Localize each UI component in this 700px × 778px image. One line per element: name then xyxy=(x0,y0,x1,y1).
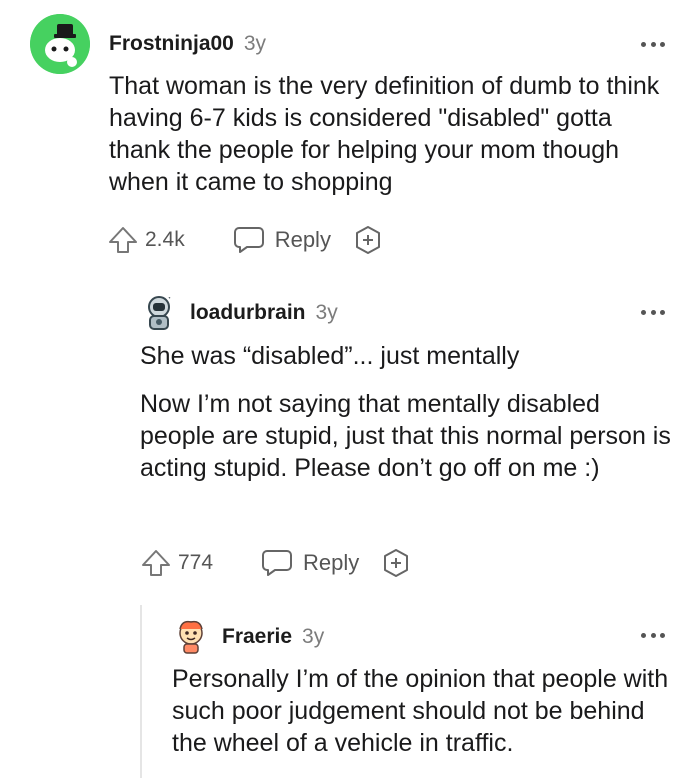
comment-paragraph: Personally I’m of the opinion that peopl… xyxy=(172,665,669,757)
award-button[interactable] xyxy=(381,548,411,578)
upvote-button[interactable]: 774 xyxy=(140,548,213,578)
comment-age: 3y xyxy=(243,32,267,55)
comment-paragraph: Now I’m not saying that mentally disable… xyxy=(140,390,671,482)
award-button[interactable] xyxy=(353,225,383,255)
comment-actions: 774 Reply xyxy=(140,545,411,581)
comment-age: 3y xyxy=(315,301,338,324)
astronaut-avatar-icon xyxy=(148,294,174,330)
comment-loadurbrain: loadurbrain 3y She was “disabled”... jus… xyxy=(0,280,700,600)
reply-button[interactable]: Reply xyxy=(261,549,359,577)
comment-paragraph: That woman is the very definition of dum… xyxy=(109,72,660,196)
username[interactable]: Frostninja00 xyxy=(109,32,234,56)
avatar[interactable] xyxy=(30,14,90,74)
comment-body: Personally I’m of the opinion that peopl… xyxy=(172,663,682,759)
reply-bubble-icon xyxy=(262,550,293,576)
more-options-icon[interactable] xyxy=(641,631,665,639)
comment-fraerie: Fraerie 3y Personally I’m of the opinion… xyxy=(0,600,700,778)
snoo-avatar-icon xyxy=(30,14,90,74)
upvote-button[interactable]: 2.4k xyxy=(107,225,185,255)
vote-count: 774 xyxy=(178,551,214,574)
vote-count: 2.4k xyxy=(145,228,185,251)
comment-paragraph: She was “disabled”... just mentally xyxy=(140,342,520,370)
upvote-arrow-icon xyxy=(142,550,170,576)
more-options-icon[interactable] xyxy=(641,40,665,48)
comment-actions: 2.4k Reply xyxy=(107,222,383,258)
avatar[interactable] xyxy=(140,294,178,332)
comment-age: 3y xyxy=(302,625,325,648)
username[interactable]: loadurbrain xyxy=(190,301,306,325)
cartoon-avatar-icon xyxy=(179,620,203,654)
reply-label: Reply xyxy=(303,550,360,575)
comment-body: That woman is the very definition of dum… xyxy=(109,70,679,198)
reply-label: Reply xyxy=(274,227,331,252)
reply-button[interactable]: Reply xyxy=(233,226,331,254)
avatar[interactable] xyxy=(172,617,210,655)
more-options-icon[interactable] xyxy=(641,308,665,316)
award-plus-icon xyxy=(355,226,380,254)
comment-frostninja00: Frostninja00 3y That woman is the very d… xyxy=(0,0,700,280)
username[interactable]: Fraerie xyxy=(222,625,292,649)
award-plus-icon xyxy=(384,549,409,577)
comment-body: She was “disabled”... just mentally Now … xyxy=(140,340,675,484)
upvote-arrow-icon xyxy=(109,227,137,253)
reply-bubble-icon xyxy=(233,227,264,253)
